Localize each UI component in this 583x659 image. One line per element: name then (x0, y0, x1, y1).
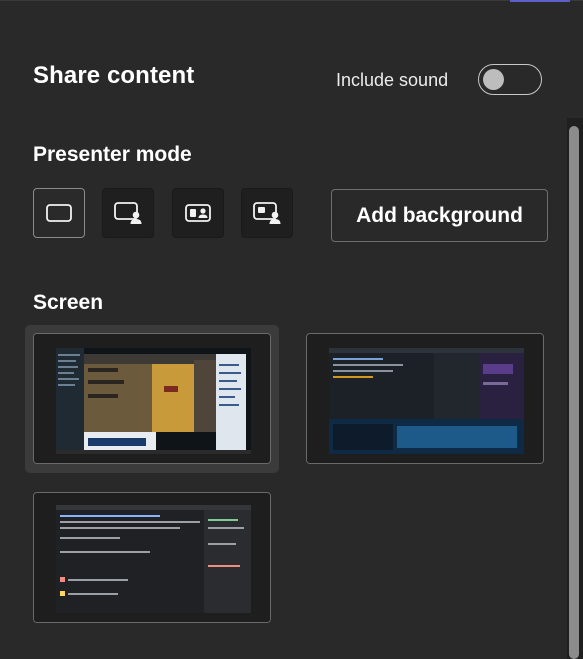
add-background-button[interactable]: Add background (331, 189, 548, 242)
presenter-mode-reporter-button[interactable] (241, 188, 293, 238)
screen-3-tile[interactable] (33, 492, 271, 623)
include-sound-toggle[interactable] (478, 64, 542, 95)
presenter-mode-standout-button[interactable] (102, 188, 154, 238)
screen-2-tile[interactable] (306, 333, 544, 464)
top-divider (0, 0, 583, 1)
panel-title: Share content (33, 62, 195, 89)
scrollbar-thumb[interactable] (569, 126, 579, 659)
standout-icon (114, 202, 142, 224)
screen-2-preview-image (307, 334, 543, 463)
presenter-mode-side-by-side-button[interactable] (172, 188, 224, 238)
presenter-mode-label: Presenter mode (33, 143, 192, 166)
presenter-mode-content-only-button[interactable] (33, 188, 85, 238)
screen-1-preview-image (34, 334, 270, 463)
toggle-knob (483, 69, 504, 90)
screen-section-label: Screen (33, 291, 104, 314)
screen-only-icon (46, 204, 72, 222)
screen-2-thumbnail (306, 333, 544, 464)
reporter-icon (253, 202, 281, 224)
screen-3-preview-image (34, 493, 270, 622)
screen-1-thumbnail (33, 333, 271, 464)
side-by-side-icon (185, 204, 211, 222)
top-accent-bar (510, 0, 570, 2)
screen-3-thumbnail (33, 492, 271, 623)
screen-1-tile[interactable] (25, 325, 279, 473)
include-sound-label: Include sound (336, 70, 449, 90)
